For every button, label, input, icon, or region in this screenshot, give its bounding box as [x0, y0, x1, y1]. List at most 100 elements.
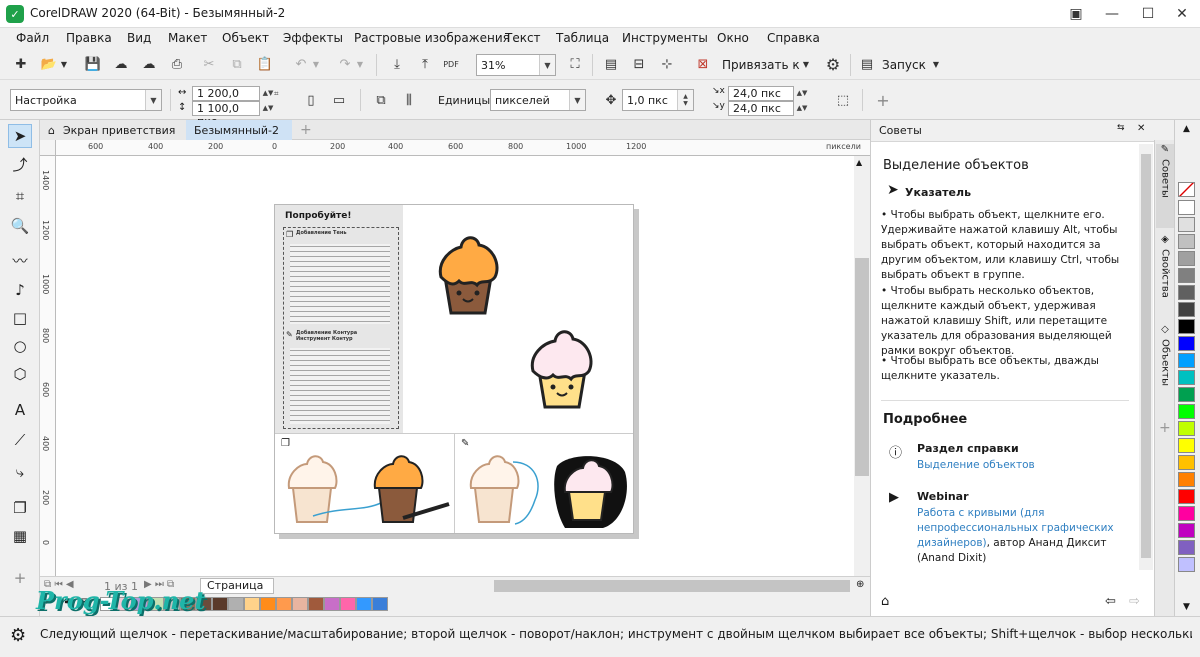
palette-up-icon[interactable]: ▲ [1183, 124, 1190, 134]
palette-swatch[interactable] [1178, 472, 1195, 487]
show-guidelines-icon[interactable]: ⊹ [656, 53, 678, 75]
duplicate-x-field[interactable]: 24,0 пкс [728, 86, 794, 101]
dup-y-spinner-icon[interactable]: ▲▼ [796, 101, 808, 116]
doc-palette-swatch[interactable] [212, 597, 228, 611]
horizontal-ruler[interactable]: 600 400 200 0 200 400 600 800 1000 1200 … [56, 140, 870, 156]
duplicate-y-field[interactable]: 24,0 пкс [728, 101, 794, 116]
snap-dropdown-icon[interactable]: ▼ [800, 53, 812, 75]
doc-palette-swatch[interactable] [324, 597, 340, 611]
full-screen-preview-icon[interactable]: ▤ [600, 53, 622, 75]
hints-scroll-thumb[interactable] [1141, 154, 1151, 558]
menu-layout[interactable]: Макет [168, 31, 207, 45]
undo-icon[interactable]: ↶ [290, 53, 312, 75]
rectangle-tool-icon[interactable]: □ [8, 306, 32, 330]
all-pages-icon[interactable]: ⧉ [370, 89, 392, 111]
palette-swatch[interactable] [1178, 268, 1195, 283]
page-height-field[interactable]: 1 100,0 пкс [192, 101, 260, 128]
palette-swatch[interactable] [1178, 438, 1195, 453]
back-icon[interactable]: ⇦ [1105, 594, 1116, 609]
show-rulers-icon[interactable]: ⊟ [628, 53, 650, 75]
width-spinner-icon[interactable]: ▲▼ [262, 86, 274, 101]
palette-swatch[interactable] [1178, 387, 1195, 402]
paste-icon[interactable]: 📋 [254, 53, 276, 75]
menu-text[interactable]: Текст [505, 31, 541, 45]
menu-table[interactable]: Таблица [556, 31, 609, 45]
palette-swatch[interactable] [1178, 285, 1195, 300]
portrait-icon[interactable]: ▯ [300, 89, 322, 111]
polygon-tool-icon[interactable]: ⬡ [8, 362, 32, 386]
zoom-to-page-icon[interactable]: ⛶ [564, 53, 586, 75]
snap-off-icon[interactable]: ⊠ [692, 53, 714, 75]
tab-properties[interactable]: ◈ Свойства [1156, 234, 1174, 318]
publish-pdf-icon[interactable]: PDF [440, 53, 462, 75]
forward-icon[interactable]: ⇨ [1129, 594, 1140, 609]
zoom-tool-icon[interactable]: 🔍 [8, 214, 32, 238]
palette-swatch[interactable] [1178, 319, 1195, 334]
redo-icon[interactable]: ↷ [334, 53, 356, 75]
palette-swatch[interactable] [1178, 489, 1195, 504]
hints-scrollbar[interactable] [1139, 144, 1153, 570]
palette-down-icon[interactable]: ▼ [1183, 602, 1190, 612]
menu-bitmaps[interactable]: Растровые изображения [354, 31, 510, 45]
launch-dropdown-icon[interactable]: ▼ [930, 53, 942, 75]
add-tool-icon[interactable]: + [8, 566, 32, 590]
ruler-origin[interactable] [40, 140, 56, 156]
tab-welcome[interactable]: ⌂ Экран приветствия [40, 120, 186, 140]
menu-effects[interactable]: Эффекты [283, 31, 343, 45]
palette-swatch[interactable] [1178, 421, 1195, 436]
maximize-button[interactable]: ☐ [1130, 0, 1166, 28]
doc-palette-swatch[interactable] [372, 597, 388, 611]
vertical-ruler[interactable]: 1400 1200 1000 800 600 400 200 0 [40, 156, 56, 576]
docker-close-icon[interactable]: ✕ [1137, 123, 1145, 134]
connector-tool-icon[interactable]: ⤷ [8, 460, 32, 484]
horizontal-scroll-thumb[interactable] [494, 580, 850, 592]
docker-menu-icon[interactable]: ⇆ [1117, 123, 1125, 133]
vertical-scrollbar[interactable]: ▲ [854, 156, 870, 576]
pink-cupcake[interactable] [527, 323, 597, 411]
import-icon[interactable]: ⤓ [386, 53, 408, 75]
landscape-icon[interactable]: ▭ [328, 89, 350, 111]
tab-document[interactable]: Безымянный-2 [186, 120, 292, 140]
palette-swatch[interactable] [1178, 557, 1195, 572]
vertical-scroll-thumb[interactable] [855, 258, 869, 476]
nudge-distance-field[interactable]: 1,0 пкс ▲ ▼ [622, 89, 694, 111]
zoom-navigator-icon[interactable]: ⊕ [856, 579, 864, 590]
drawing-canvas[interactable]: Попробуйте! ❐ Добавление Тень ✎ Добавлен… [56, 156, 854, 576]
launch-label[interactable]: Запуск [882, 58, 926, 72]
menu-tools[interactable]: Инструменты [622, 31, 708, 45]
menu-edit[interactable]: Правка [66, 31, 112, 45]
menu-help[interactable]: Справка [767, 31, 820, 45]
cloud-upload-icon[interactable]: ☁ [110, 53, 132, 75]
page-width-field[interactable]: 1 200,0 пкс [192, 86, 260, 113]
menu-view[interactable]: Вид [127, 31, 151, 45]
chevron-down-icon[interactable]: ▼ [569, 90, 585, 110]
doc-palette-swatch[interactable] [228, 597, 244, 611]
cut-icon[interactable]: ✂ [198, 53, 220, 75]
export-icon[interactable]: ⤒ [414, 53, 436, 75]
parallel-dimension-icon[interactable]: ⟋ [8, 428, 32, 452]
snap-to-label[interactable]: Привязать к [722, 58, 800, 72]
artistic-media-icon[interactable]: ♪ [8, 278, 32, 302]
doc-palette-swatch[interactable] [244, 597, 260, 611]
units-combo[interactable]: пикселей ▼ [490, 89, 586, 111]
cloud-download-icon[interactable]: ☁ [138, 53, 160, 75]
pick-tool-icon[interactable]: ➤ [8, 124, 32, 148]
open-dropdown-icon[interactable]: ▼ [58, 53, 70, 75]
palette-swatch[interactable] [1178, 370, 1195, 385]
menu-window[interactable]: Окно [717, 31, 749, 45]
doc-palette-swatch[interactable] [260, 597, 276, 611]
page-1-tab[interactable]: Страница 1 [200, 578, 274, 605]
options-gear-icon[interactable]: ⚙ [822, 53, 844, 75]
new-tab-icon[interactable]: + [292, 120, 320, 140]
close-button[interactable]: ✕ [1164, 0, 1200, 28]
new-document-icon[interactable]: ✚ [10, 53, 32, 75]
freehand-tool-icon[interactable]: 〰 [8, 248, 32, 272]
open-folder-icon[interactable]: 📂 [38, 53, 60, 75]
page-preset-combo[interactable]: Настройка ▼ [10, 89, 162, 111]
chevron-down-icon[interactable]: ▼ [539, 55, 555, 75]
minimize-button[interactable]: — [1094, 0, 1130, 28]
dup-x-spinner-icon[interactable]: ▲▼ [796, 86, 808, 101]
menu-object[interactable]: Объект [222, 31, 269, 45]
drop-shadow-tool-icon[interactable]: ❐ [8, 496, 32, 520]
document-page[interactable]: Попробуйте! ❐ Добавление Тень ✎ Добавлен… [274, 204, 634, 534]
